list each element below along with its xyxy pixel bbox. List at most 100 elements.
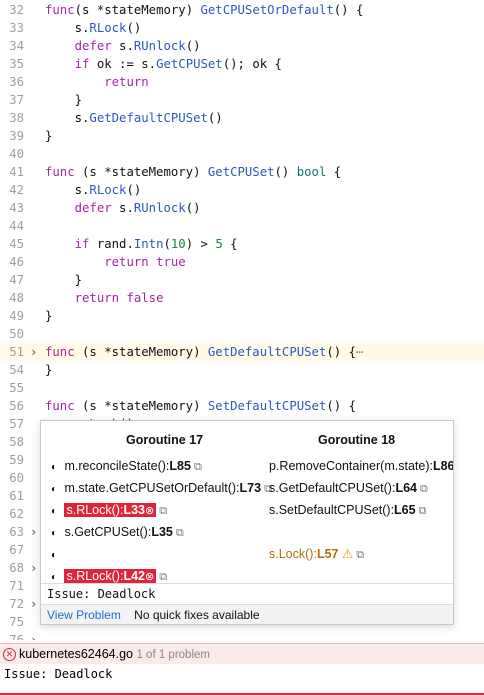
problem-peek-header: ✕ kubernetes62464.go 1 of 1 problem <box>0 643 484 664</box>
open-external-icon[interactable]: ⧉ <box>156 505 167 517</box>
code-text: } <box>45 363 53 377</box>
code-line[interactable]: 34 defer s.RUnlock() <box>0 37 484 55</box>
code-line[interactable]: 54} <box>0 361 484 379</box>
deadlock-hover-popup: Goroutine 17 Goroutine 18 ◐ m.reconcileS… <box>40 420 454 625</box>
line-number: 35 <box>9 57 24 71</box>
open-external-icon[interactable]: ⧉ <box>416 505 427 517</box>
stack-frame[interactable]: p.RemoveContainer(m.state):L86 ⧉ <box>269 457 454 475</box>
line-number: 61 <box>9 489 24 503</box>
code-text: return <box>104 75 149 89</box>
fold-chevron-icon[interactable]: › <box>30 523 37 541</box>
code-text: s.RLock() <box>45 183 142 197</box>
code-line[interactable]: 47 } <box>0 271 484 289</box>
line-number: 39 <box>9 129 24 143</box>
line-number: 48 <box>9 291 24 305</box>
line-number: 62 <box>9 507 24 521</box>
open-external-icon[interactable]: ⧉ <box>173 527 184 539</box>
code-line[interactable]: 41 func (s *stateMemory) GetCPUSet() bool… <box>0 163 484 181</box>
stack-frame[interactable]: ◐ m.state.GetCPUSetOrDefault():L73 ⧉ <box>51 479 272 497</box>
code-text: } <box>45 309 53 323</box>
code-line[interactable]: 32 func(s *stateMemory) GetCPUSetOrDefaul… <box>0 1 484 19</box>
line-number: 51 <box>9 345 24 359</box>
fold-chevron-icon[interactable]: › <box>30 631 37 640</box>
line-number: 45 <box>9 237 24 251</box>
code-text: } <box>45 129 53 143</box>
code-line[interactable]: 48 return false <box>0 289 484 307</box>
stack-frame[interactable]: ◐ s.RLock():L33 ⊗ ⧉ <box>51 501 167 519</box>
fold-chevron-icon[interactable]: › <box>30 343 37 361</box>
code-line[interactable]: 44 <box>0 217 484 235</box>
code-line[interactable]: 76 › <box>0 631 484 640</box>
code-line[interactable]: 42 s.RLock() <box>0 181 484 199</box>
line-number: 60 <box>9 471 24 485</box>
open-external-icon[interactable]: ⧉ <box>191 461 202 473</box>
line-number: 59 <box>9 453 24 467</box>
line-number: 49 <box>9 309 24 323</box>
code-line[interactable]: 35 if ok := s.GetCPUSet(); ok { <box>0 55 484 73</box>
open-external-icon[interactable]: ⧉ <box>156 571 167 583</box>
stack-frame[interactable]: s.SetDefaultCPUSet():L65 ⧉ <box>269 501 427 519</box>
line-number: 63 <box>9 525 24 539</box>
goroutine-icon: ◐ <box>51 506 58 517</box>
view-problem-link[interactable]: View Problem <box>47 608 121 622</box>
fold-chevron-icon[interactable]: › <box>30 559 37 577</box>
line-number: 36 <box>9 75 24 89</box>
code-text: defer s.RUnlock() <box>74 201 201 215</box>
code-line[interactable]: 55 <box>0 379 484 397</box>
stack-frame[interactable]: ◐ m.reconcileState():L85 ⧉ <box>51 457 202 475</box>
stack-frame[interactable]: s.Lock():L57 ⚠ ⧉ <box>269 545 364 563</box>
line-number: 57 <box>9 417 24 431</box>
code-line[interactable]: 46 return true <box>0 253 484 271</box>
code-text: if ok := s.GetCPUSet(); ok { <box>74 57 282 71</box>
line-number: 71 <box>9 579 24 593</box>
code-line[interactable]: 51 › func (s *stateMemory) GetDefaultCPUSe… <box>0 343 484 361</box>
open-external-icon[interactable]: ⧉ <box>353 549 364 561</box>
line-number: 50 <box>9 327 24 341</box>
line-number: 41 <box>9 165 24 179</box>
stack-frame[interactable]: s.GetDefaultCPUSet():L64 ⧉ <box>269 479 428 497</box>
code-line[interactable]: 33 s.RLock() <box>0 19 484 37</box>
goroutine-icon: ◐ <box>51 528 58 539</box>
frame-label: p.RemoveContainer(m.state):L86 <box>269 459 454 473</box>
code-text: } <box>45 93 83 107</box>
warning-icon: ⚠ <box>338 547 354 561</box>
code-line[interactable]: 49} <box>0 307 484 325</box>
frame-label: s.RLock():L33 ⊗ <box>64 503 157 517</box>
code-text: return true <box>104 255 186 269</box>
code-text: if rand.Intn(10) > 5 { <box>74 237 238 251</box>
code-text: defer s.RUnlock() <box>74 39 201 53</box>
line-number: 32 <box>9 3 24 17</box>
code-line[interactable]: 40 <box>0 145 484 163</box>
frame-label: s.RLock():L42 ⊗ <box>64 569 157 583</box>
frame-label: s.SetDefaultCPUSet():L65 <box>269 503 416 517</box>
line-number: 68 <box>9 561 24 575</box>
code-line[interactable]: 43 defer s.RUnlock() <box>0 199 484 217</box>
code-line[interactable]: 38 s.GetDefaultCPUSet() <box>0 109 484 127</box>
issue-title: Issue: Deadlock <box>41 583 453 603</box>
goroutine-icon: ◐ <box>51 484 58 495</box>
code-text: func (s *stateMemory) GetDefaultCPUSet()… <box>45 345 364 359</box>
code-line[interactable]: 36 return <box>0 73 484 91</box>
fold-chevron-icon[interactable]: › <box>30 595 37 613</box>
peek-filename[interactable]: kubernetes62464.go <box>19 647 133 661</box>
stack-frame[interactable]: ◐ <box>51 545 61 563</box>
line-number: 40 <box>9 147 24 161</box>
code-line[interactable]: 45 if rand.Intn(10) > 5 { <box>0 235 484 253</box>
line-number: 75 <box>9 615 24 629</box>
code-line[interactable]: 39} <box>0 127 484 145</box>
code-line[interactable]: 50 <box>0 325 484 343</box>
code-text: s.RLock() <box>45 21 142 35</box>
code-line[interactable]: 37 } <box>0 91 484 109</box>
code-text: func(s *stateMemory) GetCPUSetOrDefault(… <box>45 3 364 17</box>
line-number: 46 <box>9 255 24 269</box>
line-number: 33 <box>9 21 24 35</box>
hover-actions: View Problem No quick fixes available <box>41 604 453 624</box>
stack-frame[interactable]: ◐ s.GetCPUSet():L35 ⧉ <box>51 523 184 541</box>
open-external-icon[interactable]: ⧉ <box>417 483 428 495</box>
line-number: 44 <box>9 219 24 233</box>
line-number: 38 <box>9 111 24 125</box>
line-number: 42 <box>9 183 24 197</box>
line-number: 54 <box>9 363 24 377</box>
code-text: return false <box>74 291 164 305</box>
code-line[interactable]: 56 func (s *stateMemory) SetDefaultCPUSet… <box>0 397 484 415</box>
